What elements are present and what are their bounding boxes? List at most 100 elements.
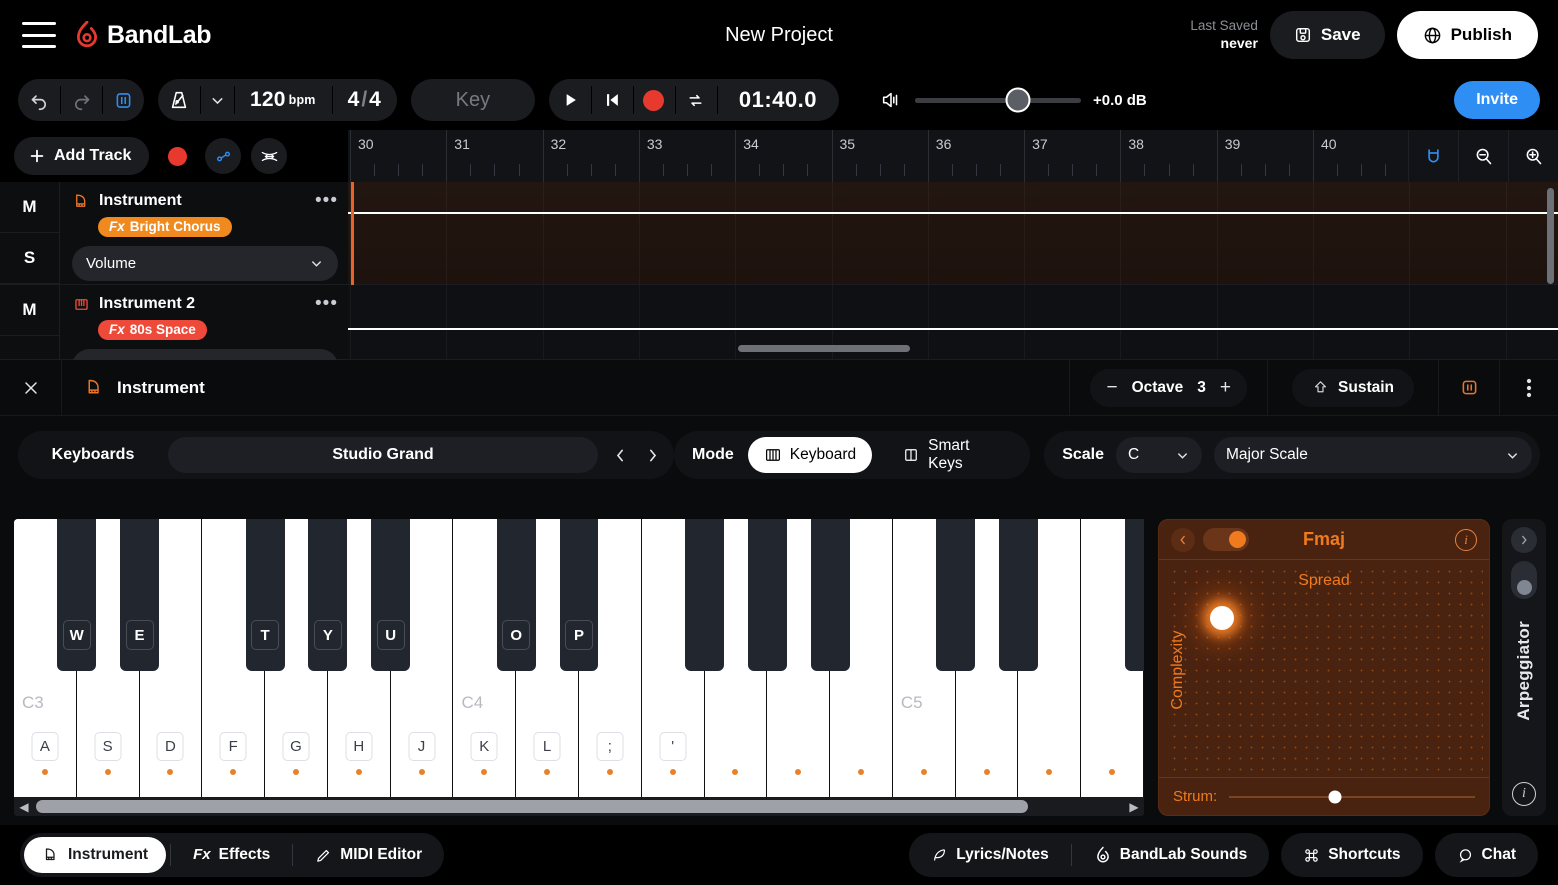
chevron-left-icon[interactable] [606,437,634,473]
volume-slider[interactable] [915,98,1081,103]
piano-black-key[interactable] [685,519,724,671]
key-selector[interactable]: Key [411,79,535,121]
tempo-dropdown-chevron-down-icon[interactable] [200,79,234,121]
record-icon[interactable] [633,79,675,121]
undo-icon[interactable] [18,79,60,121]
timecode-display[interactable]: 01:40.0 [717,79,839,121]
scale-note-dot [544,769,550,775]
piano-black-key[interactable]: O [497,519,536,671]
scroll-right-arrow-icon[interactable]: ▶ [1124,800,1144,814]
piano-scrollbar-thumb[interactable] [36,800,1028,813]
arpeggiator-enable-toggle[interactable] [1203,528,1249,551]
automation-icon[interactable] [205,138,241,174]
fit-width-icon[interactable] [251,138,287,174]
invite-button[interactable]: Invite [1454,81,1540,119]
info-icon[interactable]: i [1455,529,1477,551]
octave-decrement-button[interactable]: − [1106,377,1117,399]
ruler-bar-number: 30 [358,136,374,152]
piano-keyboard[interactable]: ASDFGHJKL;'C3C4C5WETYUOP [14,519,1144,797]
save-button[interactable]: Save [1270,11,1385,59]
tab-keyboard-mode[interactable]: Keyboard [748,437,872,473]
tab-smart-keys-mode[interactable]: Smart Keys [886,437,1020,473]
track-automation-dropdown[interactable]: Volume [72,246,338,281]
zoom-out-icon[interactable] [1458,130,1508,182]
timeline-vertical-scrollbar[interactable] [1547,188,1554,284]
track-lane-1[interactable] [348,182,1558,285]
track-lane-2[interactable] [348,285,1558,360]
arpeggiator-pad-handle[interactable] [1210,606,1234,630]
time-signature-field[interactable]: 4/4 [332,79,397,121]
tab-midi-editor[interactable]: MIDI Editor [297,837,440,873]
track-row[interactable]: MSInstrument•••FxBright ChorusVolume [0,182,348,285]
piano-black-key[interactable]: T [246,519,285,671]
zoom-in-icon[interactable] [1508,130,1558,182]
scroll-left-arrow-icon[interactable]: ◀ [14,800,34,814]
scale-type-dropdown[interactable]: Major Scale [1214,437,1532,473]
piano-black-key[interactable]: Y [308,519,347,671]
strum-slider-knob[interactable] [1328,790,1341,803]
lane-grid-line [639,285,640,359]
ruler-beat-tick [470,164,471,176]
track-fx-badge[interactable]: FxBright Chorus [98,217,232,237]
redo-icon[interactable] [60,79,102,121]
piano-black-key[interactable] [936,519,975,671]
snap-magnet-icon[interactable] [1408,130,1458,182]
tab-shortcuts[interactable]: Shortcuts [1285,837,1418,873]
track-more-menu-icon[interactable]: ••• [315,190,338,212]
tab-label: Effects [219,846,271,864]
timeline-horizontal-scrollbar[interactable] [738,345,910,352]
add-track-button[interactable]: Add Track [14,137,149,175]
mini-keyboard-icon[interactable] [1439,360,1499,416]
timeline-ruler[interactable]: 3031323334353637383940 [348,130,1558,182]
info-icon[interactable]: i [1512,782,1536,806]
tab-effects[interactable]: FxEffects [175,837,288,873]
chevron-left-icon[interactable] [1171,528,1195,552]
arpeggiator-rail-toggle[interactable] [1511,561,1537,599]
track-row[interactable]: MInstrument 2•••Fx80s SpaceVolume [0,285,348,360]
close-icon[interactable] [0,360,62,416]
record-arm-all-icon[interactable] [159,138,195,174]
mute-button[interactable]: M [0,285,59,336]
preset-name[interactable]: Studio Grand [168,437,598,473]
piano-black-key[interactable] [999,519,1038,671]
track-fx-badge[interactable]: Fx80s Space [98,320,207,340]
piano-black-key[interactable] [748,519,787,671]
volume-slider-knob[interactable] [1005,88,1030,113]
loop-icon[interactable] [675,79,717,121]
scale-key-dropdown[interactable]: C [1116,437,1202,473]
timeline-lanes[interactable] [348,182,1558,360]
tab-bandlab-sounds[interactable]: BandLab Sounds [1076,837,1265,873]
sustain-button[interactable]: Sustain [1292,369,1414,407]
octave-increment-button[interactable]: + [1220,377,1231,399]
piano-black-key[interactable]: U [371,519,410,671]
strum-slider[interactable] [1229,796,1475,798]
rewind-to-start-icon[interactable] [591,79,633,121]
arpeggiator-xy-pad[interactable]: Spread Complexity [1165,562,1483,778]
mute-button[interactable]: M [0,182,59,233]
piano-black-key[interactable]: P [560,519,599,671]
tab-lyrics-notes[interactable]: Lyrics/Notes [913,837,1066,873]
hamburger-icon[interactable] [22,22,56,48]
mini-keyboard-toggle-icon[interactable] [102,79,144,121]
solo-button[interactable]: S [0,233,59,284]
piano-black-key[interactable] [1125,519,1144,671]
metronome-icon[interactable] [158,79,200,121]
speaker-icon[interactable] [879,89,903,111]
kebab-menu-icon[interactable] [1500,360,1558,416]
play-icon[interactable] [549,79,591,121]
piano-black-key[interactable]: E [120,519,159,671]
chevron-right-icon[interactable] [638,437,666,473]
piano-black-key[interactable] [811,519,850,671]
chevron-right-icon[interactable] [1511,527,1537,553]
publish-button[interactable]: Publish [1397,11,1538,59]
playhead[interactable] [351,182,354,285]
piano-black-key[interactable]: W [57,519,96,671]
preset-category[interactable]: Keyboards [18,446,168,464]
track-more-menu-icon[interactable]: ••• [315,293,338,315]
tab-chat[interactable]: Chat [1439,837,1534,873]
tab-instrument[interactable]: Instrument [24,837,166,873]
piano-horizontal-scrollbar[interactable]: ◀ ▶ [14,797,1144,816]
bpm-field[interactable]: 120bpm [234,79,332,121]
piano-scrollbar-track[interactable] [34,800,1124,813]
brand[interactable]: BandLab [74,21,211,50]
